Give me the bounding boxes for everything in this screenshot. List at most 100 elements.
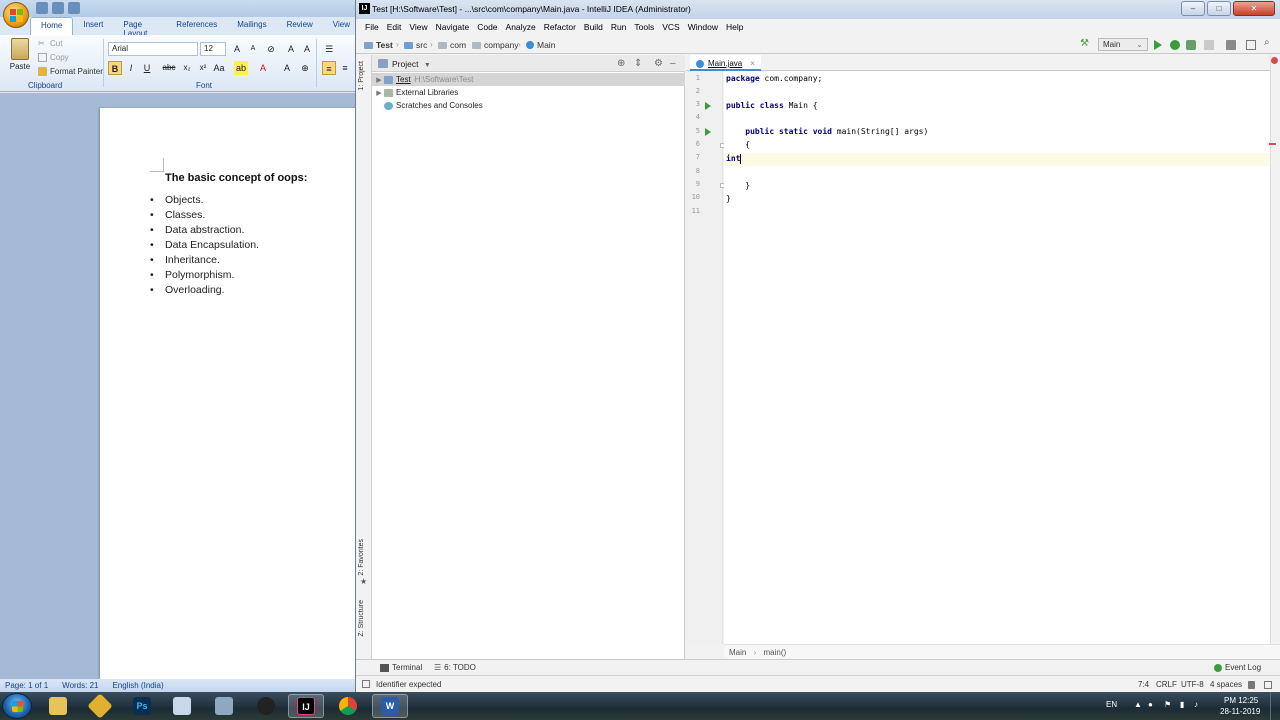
event-log-button[interactable]: Event Log [1214,663,1261,672]
run-configuration-select[interactable]: Main ⌄ [1098,38,1148,51]
todo-tool-button[interactable]: ☰ 6: TODO [434,663,476,672]
volume-icon[interactable]: ♪ [1194,700,1198,709]
tab-review[interactable]: Review [277,17,323,35]
build-hammer-icon[interactable]: ⚒ [1080,38,1090,49]
align-center-icon[interactable]: ≡ [338,61,352,75]
taskbar-app-2[interactable] [82,693,118,719]
save-icon[interactable] [36,2,48,14]
menu-help[interactable]: Help [722,19,747,36]
show-desktop-button[interactable] [1270,692,1280,720]
font-name-box[interactable]: Arial [108,42,198,56]
strikethrough-button[interactable]: abc [162,61,176,75]
flag-icon[interactable]: ⚑ [1164,700,1171,709]
menu-build[interactable]: Build [580,19,607,36]
underline-button[interactable]: U [140,61,154,75]
breadcrumb-main[interactable]: Main [526,40,555,50]
menu-window[interactable]: Window [684,19,722,36]
run-icon[interactable] [1154,40,1162,50]
stop-icon[interactable] [1204,40,1214,50]
taskbar-intellij[interactable]: IJ [288,694,324,718]
editor-tab-main-java[interactable]: Main.java × [690,55,761,71]
inspector-icon[interactable] [1264,681,1272,689]
menu-vcs[interactable]: VCS [658,19,683,36]
change-case-button[interactable]: Aa [212,61,226,75]
breadcrumb-com[interactable]: com [438,40,466,50]
layout-icon[interactable] [1246,40,1256,50]
tab-project-side[interactable]: 1: Project [358,61,365,91]
file-encoding[interactable]: UTF-8 [1181,680,1204,689]
expand-arrow-icon[interactable]: ▶ [374,89,384,97]
line-separator[interactable]: CRLF [1156,680,1177,689]
tree-item-scratches[interactable]: Scratches and Consoles [372,99,685,112]
menu-file[interactable]: File [361,19,383,36]
clock-time[interactable]: PM 12:25 [1224,696,1258,705]
menu-refactor[interactable]: Refactor [540,19,580,36]
subscript-button[interactable]: x₂ [180,61,194,75]
menu-navigate[interactable]: Navigate [432,19,474,36]
redo-icon[interactable] [68,2,80,14]
tray-expand-icon[interactable]: ▲ [1134,700,1142,709]
menu-run[interactable]: Run [607,19,631,36]
network-icon[interactable]: ▮ [1180,700,1184,709]
taskbar-word[interactable]: W [372,694,408,718]
paste-button[interactable]: Paste [6,38,34,78]
tab-references[interactable]: References [166,17,227,35]
menu-view[interactable]: View [405,19,431,36]
editor-error-stripe[interactable] [1269,55,1280,659]
font-size-box[interactable]: 12 [200,42,226,56]
collapse-all-icon[interactable]: ⇕ [634,58,642,69]
close-tab-icon[interactable]: × [750,59,755,68]
tree-item-test[interactable]: ▶ Test H:\Software\Test [372,73,685,86]
document-page[interactable]: The basic concept of oops: Objects. Clas… [100,108,360,679]
gear-icon[interactable]: ⚙ [654,58,663,69]
italic-button[interactable]: I [124,61,138,75]
toggle-tool-windows-icon[interactable] [362,680,370,688]
align-left-icon[interactable]: ≡ [322,61,336,75]
taskbar-notepad[interactable] [164,694,200,718]
caret-position[interactable]: 7:4 [1138,680,1149,689]
crumb-class[interactable]: Main [729,648,746,657]
font-color-icon[interactable]: A [256,61,270,75]
tab-structure-side[interactable]: Z: Structure [358,600,365,637]
expand-arrow-icon[interactable]: ▶ [374,76,384,84]
project-structure-icon[interactable] [1226,40,1236,50]
menu-code[interactable]: Code [473,19,501,36]
breadcrumb-src[interactable]: src [404,40,427,50]
hide-icon[interactable]: – [670,58,676,69]
start-button[interactable] [2,693,32,719]
taskbar-obs[interactable] [248,694,284,718]
error-indicator-icon[interactable] [1271,57,1278,64]
tab-mailings[interactable]: Mailings [227,17,276,35]
menu-analyze[interactable]: Analyze [502,19,540,36]
tab-insert[interactable]: Insert [73,17,113,35]
run-main-gutter-icon[interactable] [705,128,711,136]
format-painter-button[interactable]: Format Painter [38,67,103,76]
search-icon[interactable]: ⌕ [1264,37,1274,48]
taskbar-chrome[interactable] [330,694,366,718]
undo-icon[interactable] [52,2,64,14]
error-marker[interactable] [1269,143,1276,145]
word-count[interactable]: Words: 21 [62,681,98,690]
bullets-icon[interactable]: ☰ [322,42,336,56]
change-case-icon[interactable]: A [284,42,298,56]
terminal-tool-button[interactable]: Terminal [380,663,422,672]
close-button[interactable]: ✕ [1233,1,1275,16]
page-count[interactable]: Page: 1 of 1 [5,681,48,690]
indent-setting[interactable]: 4 spaces [1210,680,1242,689]
run-class-gutter-icon[interactable] [705,102,711,110]
superscript-button[interactable]: x² [196,61,210,75]
tray-app-icon[interactable]: ● [1148,700,1153,709]
cut-button[interactable]: ✂ Cut [38,39,62,48]
language[interactable]: English (India) [112,681,163,690]
code-editor[interactable]: package com.company; public class Main {… [724,71,1280,644]
project-view-selector[interactable]: Project ▼ [392,59,431,69]
menu-edit[interactable]: Edit [383,19,406,36]
taskbar-explorer[interactable] [40,694,76,718]
tab-home[interactable]: Home [30,17,74,35]
text-effect-icon[interactable]: A [300,42,314,56]
bold-button[interactable]: B [108,61,122,75]
crumb-method[interactable]: main() [763,648,786,657]
office-button[interactable] [3,2,29,28]
locate-icon[interactable]: ⊕ [617,58,625,69]
tab-favorites-side[interactable]: 2: Favorites [358,539,365,576]
